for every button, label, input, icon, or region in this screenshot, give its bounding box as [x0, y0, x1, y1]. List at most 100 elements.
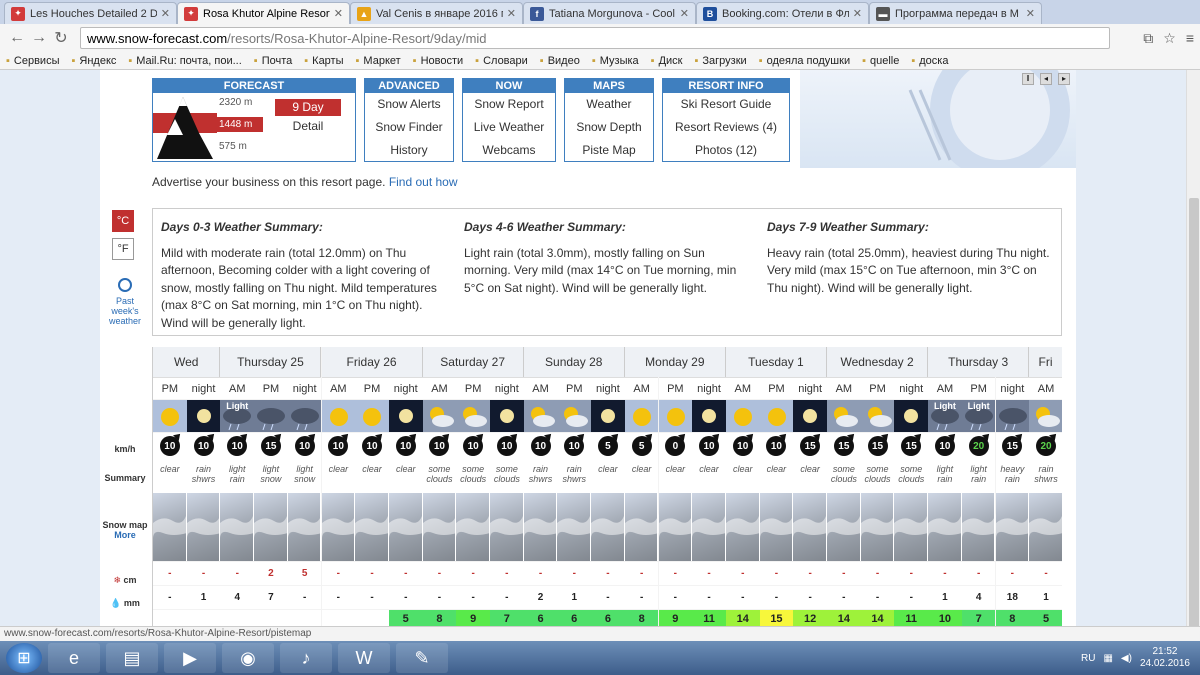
snow-map-cell[interactable] [725, 493, 760, 561]
snow-map-cell[interactable] [355, 493, 390, 561]
find-out-how-link[interactable]: Find out how [389, 175, 458, 189]
paint-icon[interactable]: ✎ [396, 643, 448, 673]
bookmark-item[interactable]: ▪ Музыка [592, 55, 639, 67]
wind-cell[interactable]: 10 [220, 433, 255, 459]
tab-close-icon[interactable]: ✕ [853, 7, 862, 20]
forward-icon[interactable]: → [28, 29, 50, 47]
chrome-icon[interactable]: ◉ [222, 643, 274, 673]
wind-cell[interactable]: 10 [321, 433, 356, 459]
bookmark-item[interactable]: ▪ Диск [651, 55, 683, 67]
menu-icon[interactable]: ≡ [1186, 30, 1194, 47]
wind-cell[interactable]: 10 [388, 433, 423, 459]
wind-cell[interactable]: 10 [692, 433, 726, 459]
menu-link[interactable]: Snow Alerts [365, 93, 453, 116]
snow-map-cell[interactable] [995, 493, 1030, 561]
wind-cell[interactable]: 10 [287, 433, 322, 459]
weather-cell[interactable] [557, 400, 592, 432]
wind-cell[interactable]: 10 [490, 433, 524, 459]
weather-cell[interactable] [456, 400, 490, 432]
scrollbar-thumb[interactable] [1189, 198, 1199, 675]
elevation-mid[interactable]: 1448 m [215, 117, 263, 132]
tab-close-icon[interactable]: ✕ [507, 7, 516, 20]
weather-cell[interactable] [894, 400, 929, 432]
elevation-top[interactable]: 2320 m [219, 97, 252, 108]
wind-cell[interactable]: 10 [928, 433, 962, 459]
menu-link[interactable]: Snow Finder [365, 116, 453, 139]
weather-cell[interactable] [827, 400, 861, 432]
weather-cell[interactable] [422, 400, 457, 432]
weather-cell[interactable] [153, 400, 187, 432]
menu-link[interactable]: Webcams [463, 139, 555, 162]
bookmark-item[interactable]: ▪ Словари [475, 55, 528, 67]
weather-cell[interactable] [725, 400, 760, 432]
weather-cell[interactable] [254, 400, 288, 432]
browser-tab[interactable]: ▬ Программа передач в М ✕ [869, 2, 1042, 24]
snow-map-cell[interactable] [186, 493, 221, 561]
snow-map-cell[interactable] [490, 493, 524, 561]
detail-link[interactable]: Detail [275, 119, 341, 133]
wind-cell[interactable]: 15 [793, 433, 827, 459]
audio-icon[interactable]: ♪ [280, 643, 332, 673]
ie-icon[interactable]: e [48, 643, 100, 673]
snow-map-cell[interactable] [287, 493, 322, 561]
snow-map-cell[interactable] [422, 493, 457, 561]
bookmark-item[interactable]: ▪ одеяла подушки [759, 55, 850, 67]
bookmark-item[interactable]: ▪ Mail.Ru: почта, пои... [128, 55, 241, 67]
wind-cell[interactable]: 10 [523, 433, 558, 459]
weather-cell[interactable]: Light [928, 400, 962, 432]
browser-tab[interactable]: ▲ Val Cenis в январе 2016 г ✕ [350, 2, 523, 24]
media-player-icon[interactable]: ▶ [164, 643, 216, 673]
start-button[interactable]: ⊞ [6, 643, 42, 673]
mountain-icon[interactable] [153, 93, 217, 162]
snow-map-cell[interactable] [692, 493, 727, 561]
weather-cell[interactable] [759, 400, 794, 432]
fahrenheit-button[interactable]: °F [112, 238, 134, 260]
menu-link[interactable]: History [365, 139, 453, 162]
bookmark-item[interactable]: ▪ Сервисы [6, 55, 59, 67]
snow-map-cell[interactable] [1029, 493, 1062, 561]
bookmark-item[interactable]: ▪ Видео [540, 55, 580, 67]
weather-cell[interactable] [860, 400, 895, 432]
weather-cell[interactable] [793, 400, 827, 432]
tab-close-icon[interactable]: ✕ [334, 7, 343, 20]
weather-cell[interactable] [1029, 400, 1062, 432]
wind-cell[interactable]: 10 [422, 433, 457, 459]
wind-cell[interactable]: 15 [827, 433, 861, 459]
snow-map-cell[interactable] [658, 493, 693, 561]
wind-cell[interactable]: 15 [894, 433, 929, 459]
wind-cell[interactable]: 15 [995, 433, 1030, 459]
snow-map-cell[interactable] [928, 493, 963, 561]
weather-cell[interactable] [490, 400, 524, 432]
snow-map-cell[interactable] [321, 493, 356, 561]
snow-map-cell[interactable] [894, 493, 929, 561]
celsius-button[interactable]: °C [112, 210, 134, 232]
bookmark-item[interactable]: ▪ доска [911, 55, 948, 67]
browser-tab[interactable]: ✦ Les Houches Detailed 2 Da ✕ [4, 2, 177, 24]
forward-skip-icon[interactable]: ▸ [1058, 73, 1070, 85]
network-icon[interactable]: ▦ [1103, 653, 1112, 664]
snow-map-cell[interactable] [220, 493, 255, 561]
page-scrollbar[interactable] [1186, 70, 1200, 675]
reload-icon[interactable]: ↻ [50, 28, 72, 48]
wind-cell[interactable]: 0 [658, 433, 693, 459]
weather-cell[interactable] [658, 400, 693, 432]
menu-link[interactable]: Live Weather [463, 116, 555, 139]
weather-cell[interactable] [287, 400, 322, 432]
snow-map-cell[interactable] [591, 493, 626, 561]
bookmark-item[interactable]: ▪ Яндекс [71, 55, 116, 67]
weather-cell[interactable] [355, 400, 389, 432]
bookmark-item[interactable]: ▪ Почта [254, 55, 292, 67]
explorer-icon[interactable]: ▤ [106, 643, 158, 673]
weather-cell[interactable] [523, 400, 558, 432]
browser-tab[interactable]: f Tatiana Morgunova - Cool ✕ [523, 2, 696, 24]
nine-day-button[interactable]: 9 Day [275, 99, 341, 116]
wind-cell[interactable]: 5 [624, 433, 659, 459]
snow-map-cell[interactable] [860, 493, 895, 561]
past-week-link[interactable]: Past week's weather [104, 278, 146, 326]
language-indicator[interactable]: RU [1081, 653, 1095, 664]
taskbar-clock[interactable]: 21:52 24.02.2016 [1140, 646, 1190, 670]
weather-cell[interactable] [995, 400, 1030, 432]
menu-link[interactable]: Resort Reviews (4) [663, 116, 789, 139]
menu-link[interactable]: Ski Resort Guide [663, 93, 789, 116]
snow-map-cell[interactable] [254, 493, 289, 561]
